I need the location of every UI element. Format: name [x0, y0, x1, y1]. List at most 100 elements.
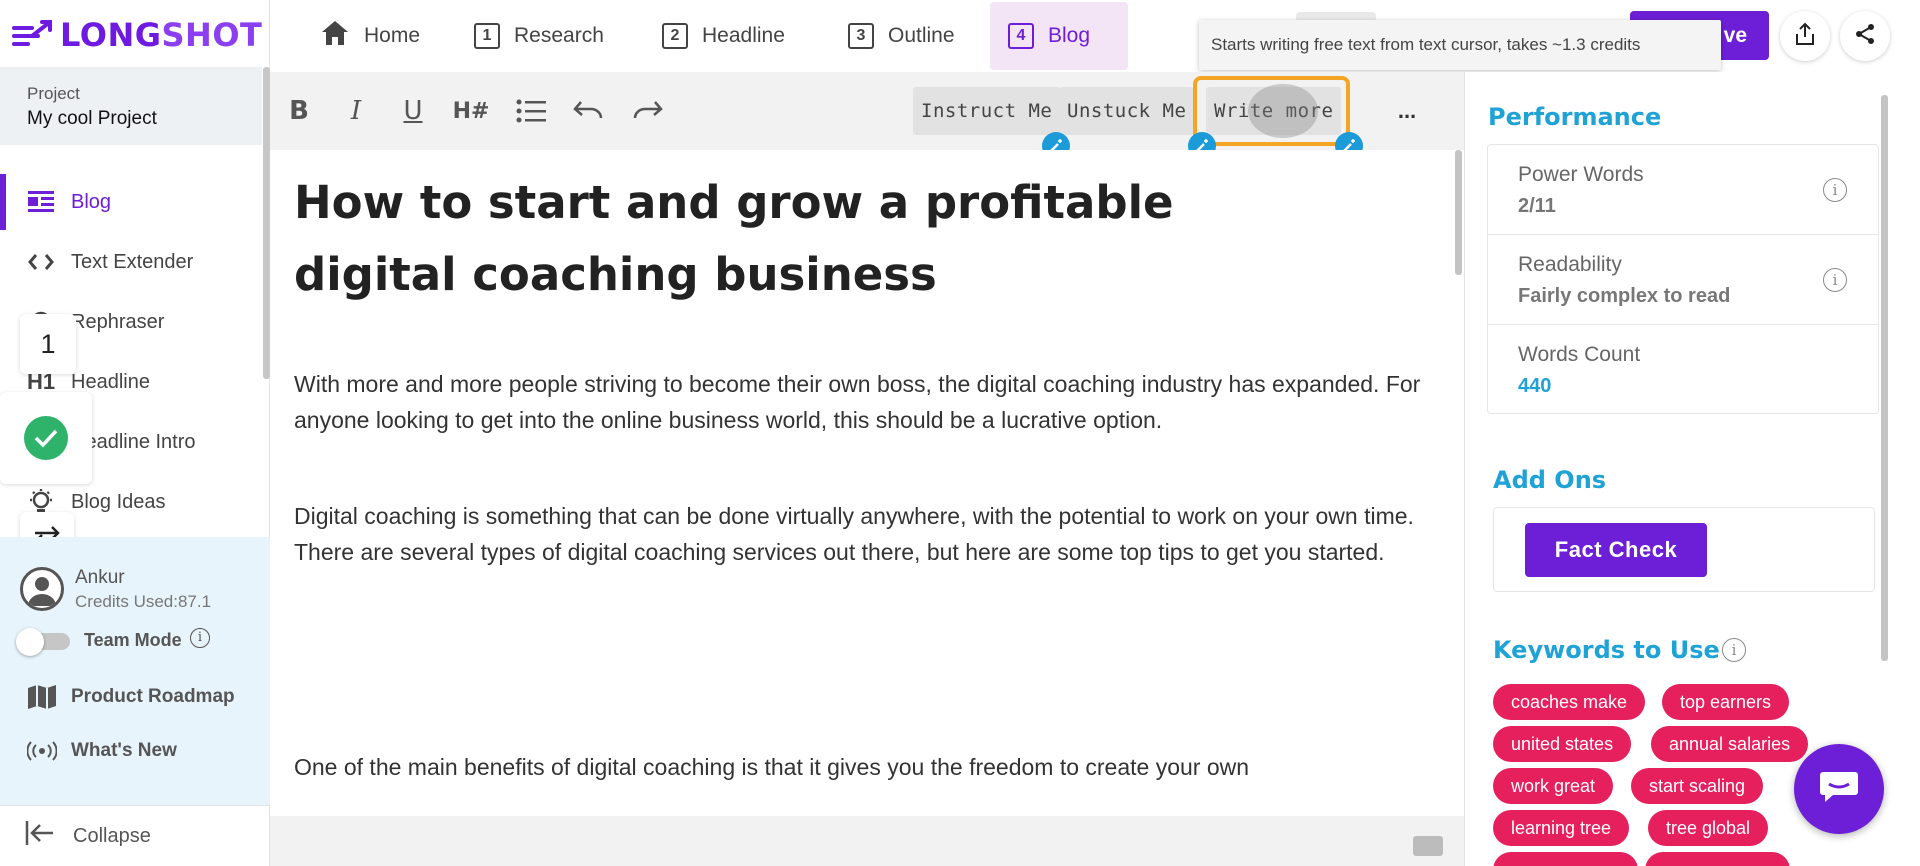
instruct-me-button[interactable]: Instruct Me [913, 87, 1061, 135]
sidebar: LONGSHOT Project My cool Project Blog Te… [0, 0, 270, 866]
project-label: Project [27, 84, 80, 103]
avatar[interactable] [20, 567, 64, 611]
fact-check-button[interactable]: Fact Check [1525, 523, 1707, 577]
project-name: My cool Project [27, 108, 157, 129]
tab-research[interactable]: 1 Research [456, 2, 622, 70]
heading-icon[interactable]: H# [452, 92, 490, 130]
team-mode-toggle[interactable] [16, 628, 72, 656]
keyword-chip[interactable]: start scaling [1631, 768, 1764, 804]
keyword-chip[interactable]: learning tree [1493, 810, 1630, 846]
step-number-icon: 2 [662, 23, 688, 49]
info-icon[interactable]: i [1823, 178, 1847, 202]
write-more-tooltip: Starts writing free text from text curso… [1199, 20, 1721, 70]
keyword-chip[interactable] [1493, 852, 1638, 866]
keyword-chip[interactable]: coaches make [1493, 684, 1646, 720]
editor-footer [270, 816, 1464, 866]
tab-home[interactable]: Home [302, 2, 438, 70]
paragraph[interactable]: One of the main benefits of digital coac… [294, 749, 1444, 785]
metric-value: Fairly complex to read [1518, 285, 1731, 307]
tab-outline[interactable]: 3 Outline [830, 2, 973, 70]
project-selector[interactable]: Project My cool Project [0, 67, 262, 145]
logo-mark-icon [10, 18, 54, 52]
performance-title: Performance [1488, 103, 1662, 131]
collapse-label: Collapse [73, 824, 151, 847]
divider [1488, 324, 1878, 325]
product-roadmap-label: Product Roadmap [71, 686, 235, 707]
sidebar-item-label: Blog Ideas [71, 490, 166, 513]
step-number-icon: 3 [848, 23, 874, 49]
tab-headline[interactable]: 2 Headline [644, 2, 803, 70]
italic-icon[interactable]: I [337, 92, 375, 130]
check-circle-icon [24, 416, 68, 460]
metric-label: Readability [1518, 253, 1622, 276]
credits-used: Credits Used:87.1 [75, 592, 212, 611]
keyword-chip[interactable] [1645, 852, 1790, 866]
editor-scrollbar[interactable] [1455, 150, 1462, 275]
divider [1488, 234, 1878, 235]
underline-icon[interactable]: U [394, 92, 432, 130]
sidebar-item-label: Rephraser [71, 310, 165, 333]
tab-label: Home [364, 24, 421, 47]
tab-label: Headline [702, 24, 785, 47]
broadcast-icon [25, 741, 59, 761]
info-icon[interactable]: i [1823, 268, 1847, 292]
metric-label: Power Words [1518, 163, 1644, 186]
upload-icon [1795, 22, 1815, 51]
keyboard-icon[interactable] [1413, 836, 1443, 856]
info-icon[interactable]: i [190, 628, 210, 648]
collapse-arrow-icon [25, 819, 55, 853]
bullet-list-icon[interactable] [512, 92, 550, 130]
collapse-button[interactable]: Collapse [0, 805, 270, 866]
blog-title[interactable]: How to start and grow a profitable digit… [294, 167, 1294, 311]
product-roadmap-link[interactable]: Product Roadmap [25, 680, 235, 714]
toggle-knob [16, 628, 44, 656]
keywords-title: Keywords to Use [1493, 636, 1720, 664]
chat-bubble-icon [1819, 770, 1859, 809]
step-number-badge: 1 [20, 314, 76, 374]
sidebar-item-text-extender[interactable]: Text Extender [0, 234, 262, 290]
paragraph[interactable]: With more and more people striving to be… [294, 366, 1444, 438]
map-icon [25, 684, 59, 710]
step-number-icon: 4 [1008, 23, 1034, 49]
share-button[interactable] [1840, 11, 1890, 61]
code-brackets-icon [27, 248, 55, 276]
add-ons-title: Add Ons [1493, 466, 1607, 494]
keyword-chip[interactable]: top earners [1662, 684, 1790, 720]
info-icon[interactable]: i [1722, 638, 1746, 662]
chat-button[interactable] [1794, 744, 1884, 834]
keyword-chip[interactable]: work great [1493, 768, 1614, 804]
step-number-icon: 1 [474, 23, 500, 49]
highlight-frame [1193, 76, 1350, 146]
metric-power-words: Power Words 2/11 [1518, 163, 1644, 218]
keyword-chip[interactable]: annual salaries [1651, 726, 1809, 762]
metric-readability: Readability Fairly complex to read [1518, 253, 1730, 308]
metric-value: 440 [1518, 375, 1552, 397]
whats-new-link[interactable]: What's New [25, 734, 177, 768]
sidebar-scrollbar[interactable] [263, 67, 270, 379]
redo-icon[interactable] [628, 92, 666, 130]
metric-label: Words Count [1518, 343, 1641, 366]
team-mode-label: Team Mode [84, 630, 182, 650]
panel-scrollbar[interactable] [1881, 95, 1888, 661]
sidebar-item-label: Text Extender [71, 250, 194, 273]
success-card [0, 392, 92, 484]
whats-new-label: What's New [71, 740, 177, 761]
home-icon [320, 19, 350, 53]
keyword-chip[interactable]: united states [1493, 726, 1632, 762]
metric-words-count: Words Count 440 [1518, 343, 1640, 398]
more-options-icon[interactable]: ... [1388, 92, 1426, 130]
bold-icon[interactable]: B [280, 92, 318, 130]
share-icon [1854, 23, 1876, 50]
unstuck-me-button[interactable]: Unstuck Me [1059, 87, 1195, 135]
paragraph[interactable]: Digital coaching is something that can b… [294, 498, 1444, 570]
sidebar-item-label: Blog [71, 190, 112, 213]
export-button[interactable] [1780, 11, 1830, 61]
logo[interactable]: LONGSHOT [10, 10, 262, 60]
sidebar-item-blog[interactable]: Blog [0, 174, 262, 230]
tab-label: Outline [888, 24, 955, 47]
undo-icon[interactable] [570, 92, 608, 130]
metric-value: 2/11 [1518, 195, 1556, 217]
tab-label: Blog [1048, 24, 1091, 47]
tab-blog[interactable]: 4 Blog [990, 2, 1128, 70]
keyword-chip[interactable]: tree global [1648, 810, 1769, 846]
